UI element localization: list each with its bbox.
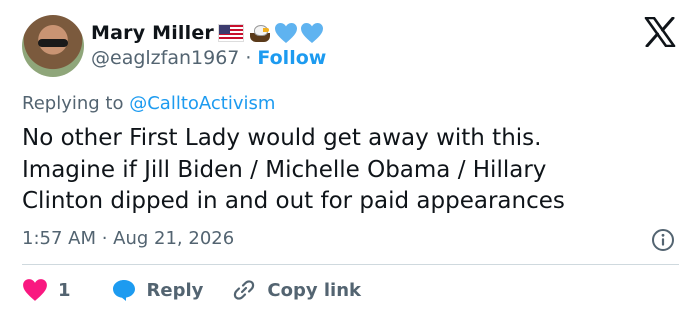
- like-button[interactable]: 1: [22, 278, 71, 302]
- tweet-card: Mary Miller @eaglzfan1967 · Follow Reply…: [0, 0, 700, 318]
- heart-icon: [23, 279, 47, 301]
- us-flag-icon: [218, 24, 245, 42]
- action-bar: 1 Reply Copy link: [22, 276, 361, 304]
- reply-button[interactable]: Reply: [111, 278, 204, 302]
- replying-to: Replying to @CalltoActivism: [22, 93, 275, 114]
- author-handle-row: @eaglzfan1967 · Follow: [91, 47, 326, 69]
- avatar-sunglasses: [38, 39, 68, 47]
- tweet-text: No other First Lady would get away with …: [22, 123, 682, 218]
- divider: [22, 264, 679, 265]
- tweet-line: No other First Lady would get away with …: [22, 125, 542, 151]
- copy-link-button[interactable]: Copy link: [231, 278, 361, 302]
- tweet-timestamp[interactable]: 1:57 AM · Aug 21, 2026: [22, 228, 234, 249]
- avatar[interactable]: [22, 15, 84, 77]
- like-count: 1: [58, 279, 71, 301]
- reply-label: Reply: [146, 279, 204, 301]
- link-icon: [234, 280, 255, 300]
- author-name[interactable]: Mary Miller: [91, 22, 214, 44]
- blue-heart-icon: [301, 23, 324, 43]
- separator-dot: ·: [245, 47, 252, 69]
- info-icon[interactable]: [651, 228, 675, 252]
- tweet-line: Imagine if Jill Biden / Michelle Obama /…: [22, 156, 547, 183]
- x-logo-icon[interactable]: [644, 17, 676, 47]
- eagle-icon: [248, 23, 272, 43]
- replying-to-label: Replying to: [22, 93, 124, 114]
- mention-link[interactable]: @CalltoActivism: [129, 93, 275, 114]
- author-handle[interactable]: @eaglzfan1967: [91, 47, 239, 69]
- tweet-line: Clinton dipped in and out for paid appea…: [22, 188, 565, 214]
- reply-bubble-icon: [112, 280, 135, 301]
- copy-link-label: Copy link: [267, 279, 361, 301]
- author-name-row: Mary Miller: [91, 19, 324, 47]
- blue-heart-icon: [275, 23, 298, 43]
- follow-button[interactable]: Follow: [257, 47, 326, 69]
